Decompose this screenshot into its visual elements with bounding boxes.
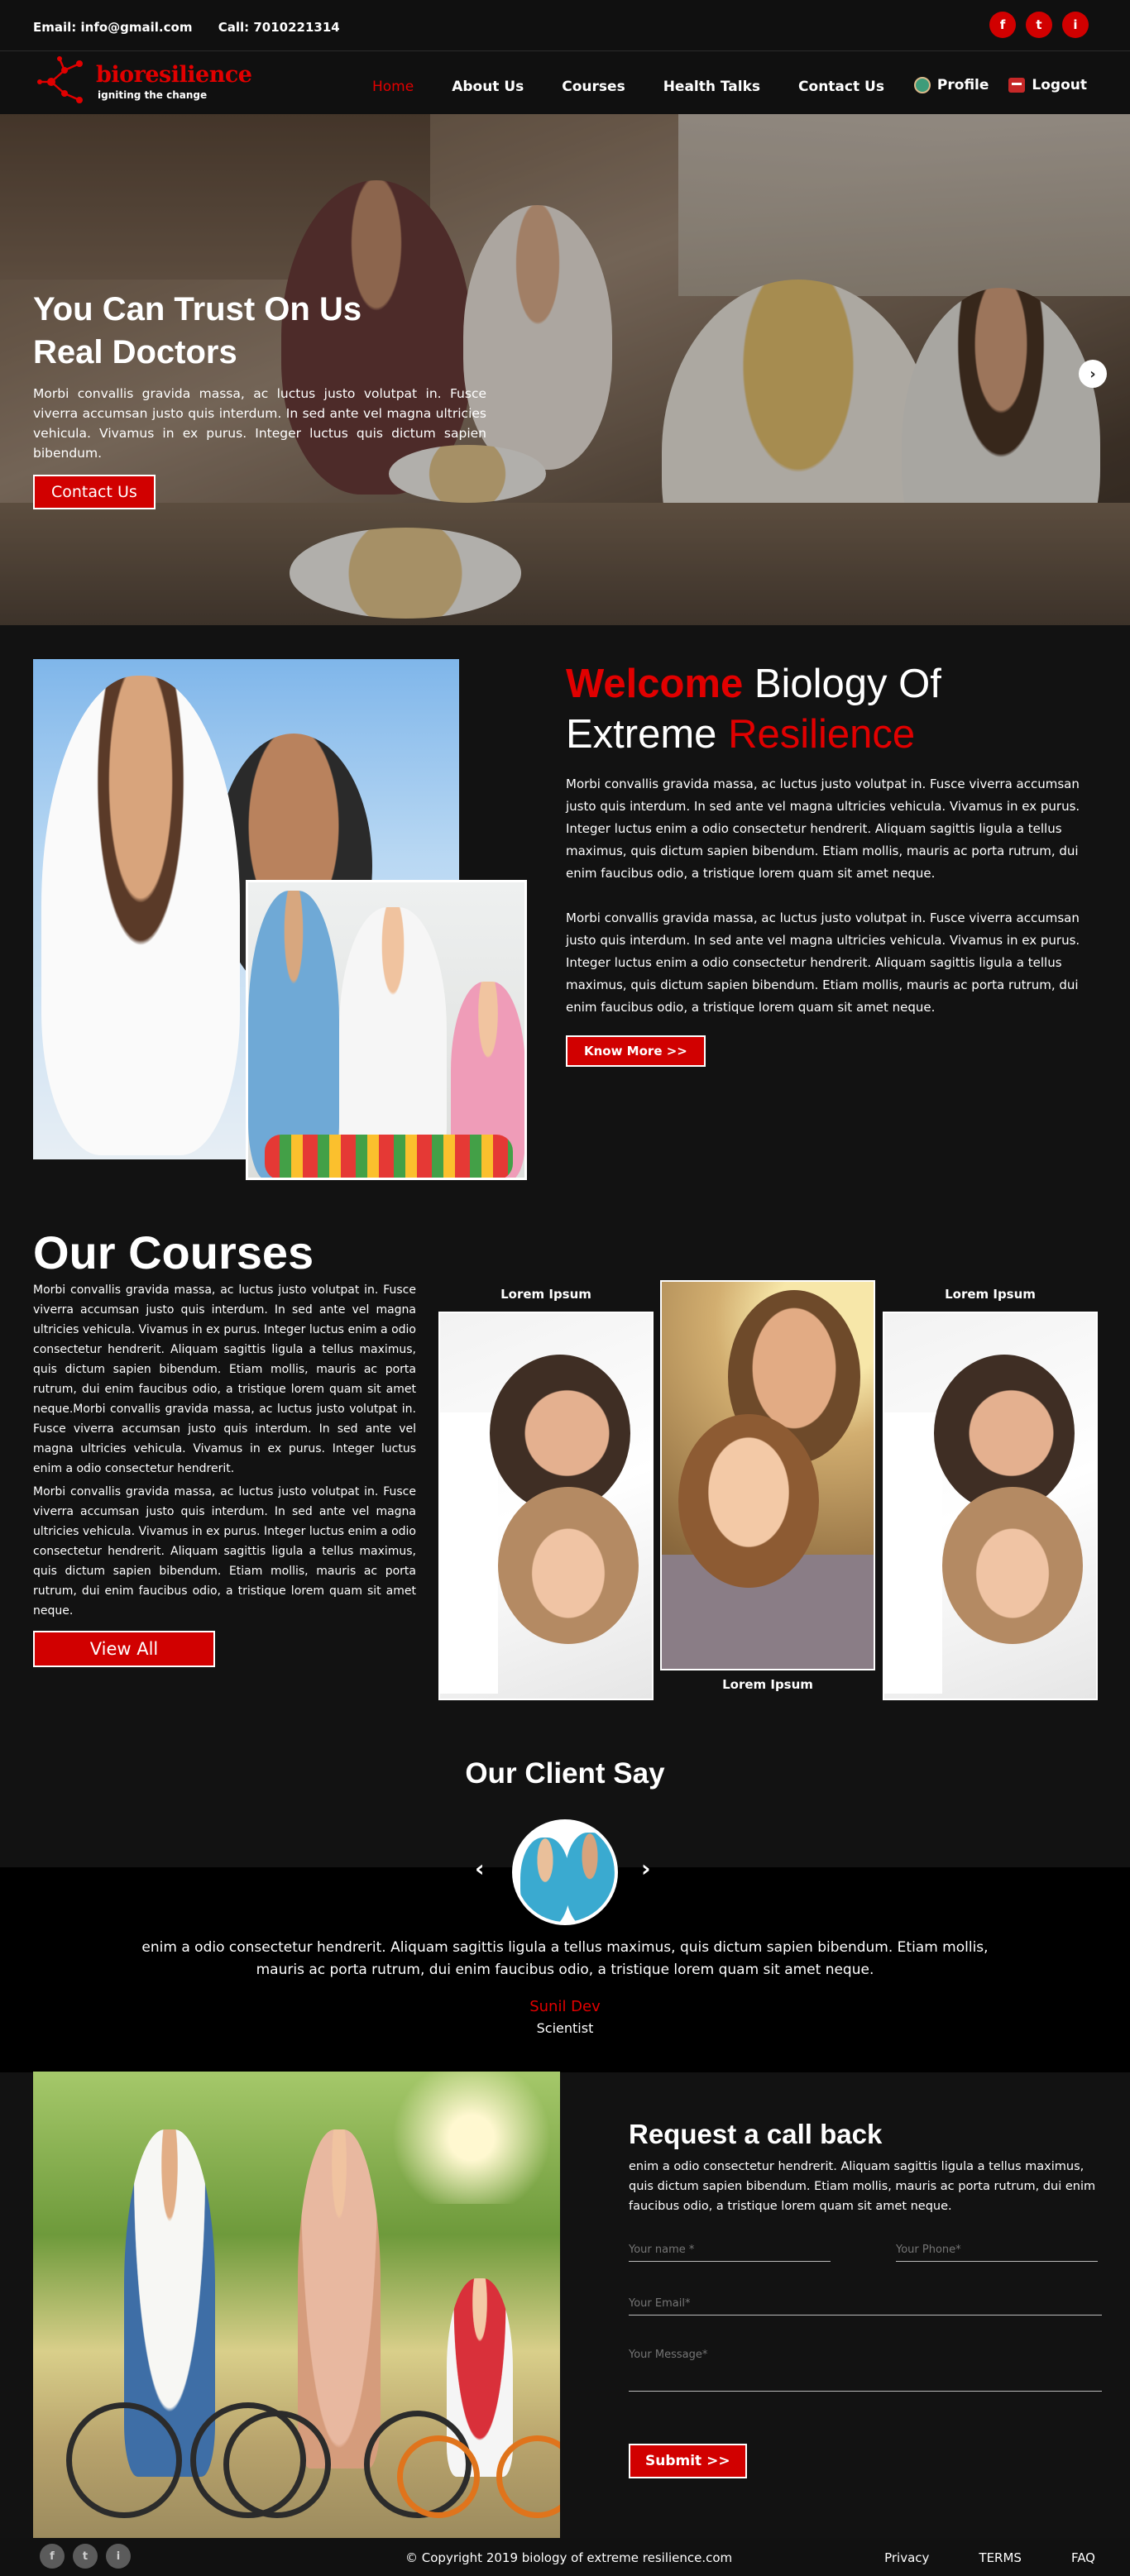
footer-link-privacy[interactable]: Privacy xyxy=(884,2550,929,2565)
testimonial-avatar xyxy=(512,1819,618,1925)
image-woman xyxy=(298,2129,381,2468)
profile-avatar-icon xyxy=(913,77,931,93)
courses-paragraph: Morbi convallis gravida massa, ac luctus… xyxy=(33,1283,416,1475)
courses-paragraph: Morbi convallis gravida massa, ac luctus… xyxy=(33,1485,416,1618)
hero-contact-button[interactable]: Contact Us xyxy=(33,475,156,509)
brand-name: bioresilience xyxy=(96,62,252,88)
bike-wheel xyxy=(397,2435,480,2518)
slider-next-arrow-icon[interactable]: › xyxy=(1079,360,1107,388)
footer-social: f t i xyxy=(40,2544,131,2569)
bike-wheel xyxy=(223,2411,331,2518)
testimonial-name: Sunil Dev xyxy=(529,1998,601,2015)
image-sunlight xyxy=(381,2072,560,2204)
molecule-logo-icon xyxy=(37,56,83,103)
copyright: © Copyright 2019 biology of extreme resi… xyxy=(405,2550,733,2565)
phone-field[interactable] xyxy=(896,2244,1098,2262)
message-field[interactable] xyxy=(629,2349,1102,2392)
hero-title-line1: You Can Trust On Us xyxy=(33,291,362,327)
welcome-title-w4: Resilience xyxy=(728,712,916,757)
welcome-paragraph: Morbi convallis gravida massa, ac luctus… xyxy=(566,777,1080,881)
course-card-label: Lorem Ipsum xyxy=(945,1287,1036,1302)
testimonial-title: Our Client Say xyxy=(465,1757,665,1790)
name-input[interactable] xyxy=(629,2244,831,2256)
course-card-image xyxy=(438,1312,654,1700)
facebook-icon[interactable]: f xyxy=(40,2544,65,2569)
hero-slider: You Can Trust On Us Real Doctors Morbi c… xyxy=(0,114,1130,625)
welcome-paragraph: Morbi convallis gravida massa, ac luctus… xyxy=(566,910,1080,1015)
top-social: f t i xyxy=(989,12,1089,38)
callback-section: Request a call back enim a odio consecte… xyxy=(629,2117,1102,2216)
hero-title-line2: Real Doctors xyxy=(33,334,237,370)
course-card[interactable]: Lorem Ipsum xyxy=(883,1287,1098,1700)
welcome-title: Welcome Biology Of Extreme Resilience xyxy=(566,659,1084,760)
site-logo[interactable]: bioresilience igniting the change xyxy=(35,52,258,110)
user-menu: Profile Logout xyxy=(913,77,1087,93)
testimonial-text: enim a odio consectetur hendrerit. Aliqu… xyxy=(141,1939,989,1978)
logout-link[interactable]: Logout xyxy=(1008,77,1087,93)
twitter-icon[interactable]: t xyxy=(1026,12,1052,38)
footer: f t i © Copyright 2019 biology of extrem… xyxy=(0,2538,1130,2576)
hero-title: You Can Trust On Us Real Doctors xyxy=(33,288,486,374)
courses-section: Our Courses Morbi convallis gravida mass… xyxy=(33,1226,416,1667)
footer-link-faq[interactable]: FAQ xyxy=(1071,2550,1095,2565)
nav-links: Home About Us Courses Health Talks Conta… xyxy=(372,79,922,95)
nav-courses[interactable]: Courses xyxy=(562,79,625,95)
top-contact: Email: info@gmail.com Call: 7010221314 xyxy=(33,20,362,35)
welcome-title-w3: Extreme xyxy=(566,712,729,757)
testimonial-next-icon[interactable]: › xyxy=(641,1855,651,1882)
courses-title: Our Courses xyxy=(33,1226,314,1278)
view-all-button[interactable]: View All xyxy=(33,1631,215,1667)
image-vegetables xyxy=(265,1135,513,1178)
phone-input[interactable] xyxy=(896,2244,1098,2256)
welcome-image-family-kitchen xyxy=(246,880,527,1180)
instagram-icon[interactable]: i xyxy=(106,2544,131,2569)
contact-phone[interactable]: Call: 7010221314 xyxy=(218,20,340,35)
course-card-label: Lorem Ipsum xyxy=(722,1677,813,1692)
nav-contact[interactable]: Contact Us xyxy=(798,79,884,95)
nav-about[interactable]: About Us xyxy=(452,79,524,95)
email-field[interactable] xyxy=(629,2297,1102,2316)
know-more-button[interactable]: Know More >> xyxy=(566,1035,706,1067)
page: Email: info@gmail.com Call: 7010221314 f… xyxy=(0,0,1130,2576)
testimonial-role: Scientist xyxy=(536,2020,594,2036)
email-input[interactable] xyxy=(629,2297,1102,2310)
course-card[interactable]: Lorem Ipsum xyxy=(438,1287,654,1700)
welcome-title-w2: Biology Of xyxy=(743,662,941,706)
profile-link[interactable]: Profile xyxy=(913,77,989,93)
profile-label: Profile xyxy=(936,77,989,93)
welcome-section: Welcome Biology Of Extreme Resilience Mo… xyxy=(566,659,1084,1067)
image-child xyxy=(41,676,240,1155)
submit-button[interactable]: Submit >> xyxy=(629,2444,747,2478)
message-input[interactable] xyxy=(629,2349,1102,2373)
twitter-icon[interactable]: t xyxy=(73,2544,98,2569)
logout-label: Logout xyxy=(1032,77,1087,93)
callback-title: Request a call back xyxy=(629,2119,883,2149)
brand-tagline: igniting the change xyxy=(98,89,208,101)
nav-home[interactable]: Home xyxy=(372,79,414,95)
hero-description: Morbi convallis gravida massa, ac luctus… xyxy=(33,386,486,461)
course-card-label: Lorem Ipsum xyxy=(500,1287,591,1302)
nav-health-talks[interactable]: Health Talks xyxy=(663,79,760,95)
bike-wheel xyxy=(66,2402,182,2518)
footer-links: Privacy TERMS FAQ xyxy=(835,2550,1095,2565)
name-field[interactable] xyxy=(629,2244,831,2262)
callback-description: enim a odio consectetur hendrerit. Aliqu… xyxy=(629,2160,1096,2213)
hero-content: You Can Trust On Us Real Doctors Morbi c… xyxy=(33,288,486,509)
course-card-image xyxy=(883,1312,1098,1700)
welcome-images xyxy=(33,659,529,1182)
testimonial-prev-icon[interactable]: ‹ xyxy=(475,1855,485,1882)
course-card-image xyxy=(660,1280,875,1670)
main-nav: bioresilience igniting the change Home A… xyxy=(0,52,1130,114)
contact-email[interactable]: Email: info@gmail.com xyxy=(33,20,192,35)
course-card[interactable]: Lorem Ipsum xyxy=(660,1280,875,1692)
top-bar: Email: info@gmail.com Call: 7010221314 f… xyxy=(0,0,1130,51)
callback-image-family-bikes xyxy=(33,2072,560,2538)
instagram-icon[interactable]: i xyxy=(1062,12,1089,38)
welcome-title-w1: Welcome xyxy=(566,662,744,706)
footer-link-terms[interactable]: TERMS xyxy=(979,2550,1022,2565)
facebook-icon[interactable]: f xyxy=(989,12,1016,38)
logout-icon xyxy=(1008,78,1026,93)
